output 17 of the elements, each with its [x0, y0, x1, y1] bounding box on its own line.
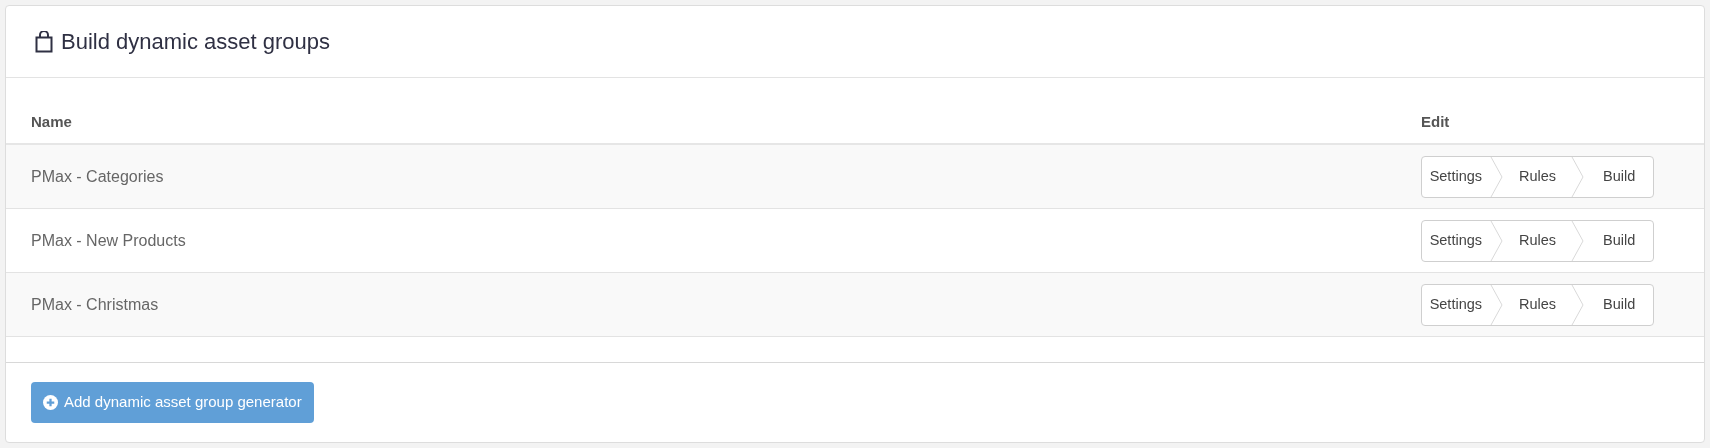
panel-title: Build dynamic asset groups: [61, 28, 331, 56]
plus-circle-icon: [43, 395, 58, 410]
step-button[interactable]: Rules: [1503, 156, 1572, 197]
step-button[interactable]: Settings: [1422, 220, 1490, 261]
shopping-bag-icon: [35, 30, 53, 53]
table-cell-text: PMax - New Products: [31, 230, 187, 251]
step-button[interactable]: Build: [1585, 284, 1653, 325]
table-cell-text: PMax - Categories: [31, 166, 165, 187]
column-header: Edit: [1421, 111, 1451, 132]
step-button[interactable]: Settings: [1422, 284, 1490, 325]
step-button[interactable]: Build: [1585, 156, 1653, 197]
step-button[interactable]: Build: [1585, 220, 1653, 261]
step-button[interactable]: Settings: [1422, 156, 1490, 197]
step-button[interactable]: Rules: [1503, 220, 1572, 261]
table-cell-text: PMax - Christmas: [31, 294, 160, 315]
step-button[interactable]: Rules: [1503, 284, 1572, 325]
column-header: Name: [31, 111, 73, 132]
